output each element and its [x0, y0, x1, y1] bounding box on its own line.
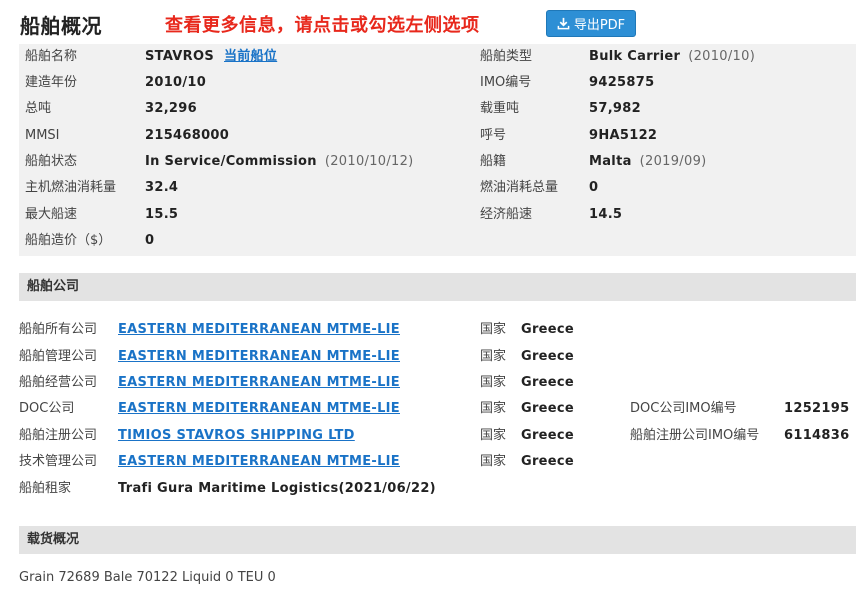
export-pdf-label: 导出PDF [574, 14, 625, 33]
country-label: 国家 [480, 423, 506, 449]
ship-status-label: 船舶状态 [25, 149, 77, 175]
country-value: Greece [521, 423, 574, 449]
overview-row: 主机燃油消耗量 32.4 燃油消耗总量 0 [19, 175, 856, 201]
doc-imo-value: 1252195 [784, 396, 849, 422]
dwt-value: 57,982 [589, 96, 641, 122]
company-row: 船舶注册公司 TIMIOS STAVROS SHIPPING LTD 国家 Gr… [19, 423, 856, 449]
overview-row: 船舶名称 STAVROS 当前船位 船舶类型 Bulk Carrier(2010… [19, 44, 856, 70]
registered-imo-label: 船舶注册公司IMO编号 [630, 423, 759, 449]
ship-name-value: STAVROS [145, 44, 214, 70]
current-position-link[interactable]: 当前船位 [224, 44, 277, 70]
gross-tonnage-label: 总吨 [25, 96, 51, 122]
operator-company-label: 船舶经营公司 [19, 370, 97, 396]
eco-speed-label: 经济船速 [480, 202, 532, 228]
country-label: 国家 [480, 317, 506, 343]
main-engine-fuel-label: 主机燃油消耗量 [25, 175, 116, 201]
charterer-value: Trafi Gura Maritime Logistics(2021/06/22… [118, 476, 436, 502]
flag-value: Malta(2019/09) [589, 149, 707, 175]
export-pdf-button[interactable]: 导出PDF [546, 10, 636, 37]
ship-type-value: Bulk Carrier(2010/10) [589, 44, 755, 70]
country-value: Greece [521, 344, 574, 370]
imo-label: IMO编号 [480, 70, 531, 96]
download-icon [557, 17, 570, 30]
imo-value: 9425875 [589, 70, 654, 96]
manager-company-link[interactable]: EASTERN MEDITERRANEAN MTME-LIE [118, 344, 400, 370]
overview-row: 最大船速 15.5 经济船速 14.5 [19, 202, 856, 228]
overview-row: MMSI 215468000 呼号 9HA5122 [19, 123, 856, 149]
mmsi-label: MMSI [25, 123, 60, 149]
operator-company-link[interactable]: EASTERN MEDITERRANEAN MTME-LIE [118, 370, 400, 396]
overview-row: 总吨 32,296 载重吨 57,982 [19, 96, 856, 122]
total-fuel-label: 燃油消耗总量 [480, 175, 558, 201]
country-label: 国家 [480, 396, 506, 422]
ship-cost-label: 船舶造价（$） [25, 228, 111, 254]
country-label: 国家 [480, 370, 506, 396]
owner-company-label: 船舶所有公司 [19, 317, 97, 343]
ship-status-value: In Service/Commission(2010/10/12) [145, 149, 414, 175]
doc-company-link[interactable]: EASTERN MEDITERRANEAN MTME-LIE [118, 396, 400, 422]
country-value: Greece [521, 396, 574, 422]
cargo-section-header: 载货概况 [19, 526, 856, 554]
company-row: 船舶所有公司 EASTERN MEDITERRANEAN MTME-LIE 国家… [19, 317, 856, 343]
mmsi-value: 215468000 [145, 123, 229, 149]
country-label: 国家 [480, 344, 506, 370]
overview-row: 建造年份 2010/10 IMO编号 9425875 [19, 70, 856, 96]
ship-name-label: 船舶名称 [25, 44, 77, 70]
company-row: 船舶经营公司 EASTERN MEDITERRANEAN MTME-LIE 国家… [19, 370, 856, 396]
doc-company-label: DOC公司 [19, 396, 74, 422]
overview-row: 船舶状态 In Service/Commission(2010/10/12) 船… [19, 149, 856, 175]
call-sign-label: 呼号 [480, 123, 506, 149]
country-value: Greece [521, 370, 574, 396]
gross-tonnage-value: 32,296 [145, 96, 197, 122]
company-row: 船舶租家 Trafi Gura Maritime Logistics(2021/… [19, 476, 856, 502]
flag-label: 船籍 [480, 149, 506, 175]
country-label: 国家 [480, 449, 506, 475]
eco-speed-value: 14.5 [589, 202, 622, 228]
cargo-summary: Grain 72689 Bale 70122 Liquid 0 TEU 0 [19, 570, 276, 585]
ship-type-label: 船舶类型 [480, 44, 532, 70]
company-row: 船舶管理公司 EASTERN MEDITERRANEAN MTME-LIE 国家… [19, 344, 856, 370]
build-year-value: 2010/10 [145, 70, 206, 96]
manager-company-label: 船舶管理公司 [19, 344, 97, 370]
doc-imo-label: DOC公司IMO编号 [630, 396, 737, 422]
registered-company-label: 船舶注册公司 [19, 423, 97, 449]
ship-cost-value: 0 [145, 228, 154, 254]
build-year-label: 建造年份 [25, 70, 77, 96]
ship-overview-panel: 船舶名称 STAVROS 当前船位 船舶类型 Bulk Carrier(2010… [19, 44, 856, 256]
max-speed-value: 15.5 [145, 202, 178, 228]
call-sign-value: 9HA5122 [589, 123, 657, 149]
company-section-header: 船舶公司 [19, 273, 856, 301]
max-speed-label: 最大船速 [25, 202, 77, 228]
page-title: 船舶概况 [20, 10, 102, 39]
notice-text: 查看更多信息，请点击或勾选左侧选项 [165, 11, 480, 37]
overview-row: 船舶造价（$） 0 [19, 228, 856, 254]
company-row: DOC公司 EASTERN MEDITERRANEAN MTME-LIE 国家 … [19, 396, 856, 422]
technical-company-link[interactable]: EASTERN MEDITERRANEAN MTME-LIE [118, 449, 400, 475]
charterer-label: 船舶租家 [19, 476, 71, 502]
technical-company-label: 技术管理公司 [19, 449, 97, 475]
main-engine-fuel-value: 32.4 [145, 175, 178, 201]
owner-company-link[interactable]: EASTERN MEDITERRANEAN MTME-LIE [118, 317, 400, 343]
company-row: 技术管理公司 EASTERN MEDITERRANEAN MTME-LIE 国家… [19, 449, 856, 475]
dwt-label: 载重吨 [480, 96, 519, 122]
registered-company-link[interactable]: TIMIOS STAVROS SHIPPING LTD [118, 423, 355, 449]
country-value: Greece [521, 317, 574, 343]
total-fuel-value: 0 [589, 175, 598, 201]
country-value: Greece [521, 449, 574, 475]
page-header: 船舶概况 查看更多信息，请点击或勾选左侧选项 导出PDF [20, 8, 850, 40]
registered-imo-value: 6114836 [784, 423, 849, 449]
